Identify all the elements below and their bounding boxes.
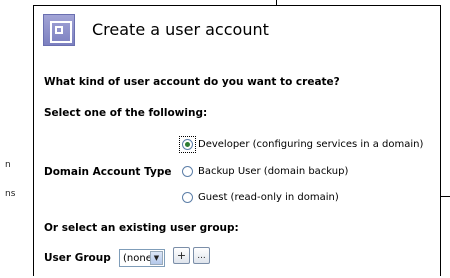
background-text-fragment: n (5, 160, 11, 170)
radio-option-developer[interactable]: Developer (configuring services in a dom… (179, 136, 424, 153)
radio-option-guest[interactable]: Guest (read-only in domain) (182, 192, 339, 203)
radio-option-label: Backup User (domain backup) (198, 166, 349, 177)
radio-button[interactable] (182, 166, 193, 177)
account-question: What kind of user account do you want to… (44, 76, 340, 88)
radio-option-label: Guest (read-only in domain) (198, 192, 339, 203)
user-account-icon (43, 14, 75, 46)
user-group-label: User Group (44, 252, 111, 264)
browse-groups-button[interactable]: ... (193, 247, 210, 264)
select-instruction: Select one of the following: (44, 107, 208, 119)
background-line (440, 196, 450, 197)
domain-account-type-label: Domain Account Type (44, 166, 172, 178)
focus-indicator (179, 136, 196, 153)
background-text-fragment: ns (5, 189, 16, 199)
add-group-button[interactable]: + (173, 247, 190, 264)
radio-option-label: Developer (configuring services in a dom… (198, 139, 424, 150)
chevron-down-icon[interactable]: ▼ (150, 251, 163, 265)
create-account-dialog: Create a user account What kind of user … (33, 5, 441, 276)
radio-button-selected[interactable] (182, 139, 193, 150)
user-group-select[interactable]: (none) ▼ (119, 249, 165, 267)
existing-group-label: Or select an existing user group: (44, 222, 239, 234)
radio-option-backup-user[interactable]: Backup User (domain backup) (182, 166, 348, 177)
radio-button[interactable] (182, 192, 193, 203)
dialog-title: Create a user account (92, 20, 269, 39)
